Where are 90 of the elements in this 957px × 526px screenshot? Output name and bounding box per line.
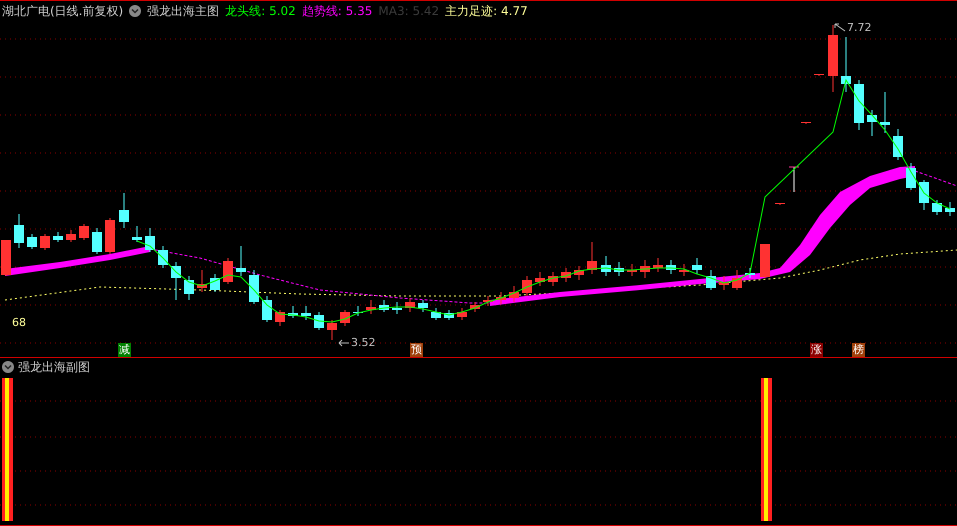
- falling-candle: [854, 80, 864, 130]
- falling-candle: [236, 246, 246, 276]
- rising-candle: [483, 296, 493, 306]
- falling-candle: [906, 162, 916, 190]
- rising-candle: [496, 292, 506, 304]
- falling-candle: [210, 274, 220, 292]
- rising-candle: [775, 202, 785, 206]
- high-price-label: 7.72: [847, 20, 872, 36]
- level-label: 68: [12, 315, 26, 331]
- rising-candle: [197, 270, 207, 292]
- falling-candle: [601, 256, 611, 276]
- falling-candle: [932, 200, 942, 216]
- rising-candle: [548, 272, 558, 286]
- falling-candle: [27, 234, 37, 250]
- rising-candle: [801, 122, 811, 124]
- rising-candle: [275, 310, 285, 326]
- rising-candle: [828, 24, 838, 92]
- falling-candle: [692, 258, 702, 274]
- rising-candle: [509, 286, 519, 302]
- rising-candle: [405, 298, 415, 312]
- arrow-icon: [834, 23, 846, 34]
- falling-candle: [14, 214, 24, 248]
- rising-candle: [719, 276, 729, 290]
- dropdown-icon[interactable]: [2, 360, 14, 372]
- rising-candle: [79, 224, 89, 240]
- falling-candle: [418, 300, 428, 312]
- rising-candle: [66, 230, 76, 242]
- falling-candle: [314, 312, 324, 330]
- falling-candle: [145, 228, 155, 252]
- rising-candle: [653, 258, 663, 272]
- rising-candle: [105, 218, 115, 254]
- falling-candle: [444, 310, 454, 320]
- rising-candle: [40, 234, 50, 250]
- rising-candle: [814, 74, 824, 76]
- rising-candle: [627, 264, 637, 276]
- arrow-icon: [338, 339, 350, 348]
- signal-badge: 涨: [810, 343, 823, 357]
- rising-candle: [587, 242, 597, 274]
- falling-candle: [132, 226, 142, 242]
- indicator-title: 强龙出海主图: [147, 2, 220, 20]
- falling-candle: [666, 260, 676, 274]
- signal-badge: 预: [410, 343, 423, 357]
- falling-candle: [184, 276, 194, 300]
- legend-item: 趋势线: 5.35: [302, 2, 372, 20]
- rising-candle: [760, 244, 770, 278]
- falling-candle: [919, 180, 929, 210]
- low-price-label: 3.52: [351, 335, 376, 351]
- rising-candle: [561, 268, 571, 282]
- legend-item: 主力足迹: 4.77: [445, 2, 528, 20]
- falling-candle: [945, 202, 955, 216]
- legend-item: 龙头线: 5.02: [225, 2, 296, 20]
- rising-candle: [470, 302, 480, 312]
- falling-candle: [431, 308, 441, 320]
- rising-candle: [327, 320, 337, 340]
- rising-candle: [732, 270, 742, 290]
- falling-candle: [614, 262, 624, 276]
- rising-candle: [457, 308, 467, 320]
- falling-candle: [880, 92, 890, 134]
- rising-candle: [522, 276, 532, 296]
- falling-candle: [867, 110, 877, 136]
- falling-candle: [893, 128, 903, 160]
- rising-candle: [366, 300, 376, 314]
- falling-candle: [53, 232, 63, 242]
- falling-candle: [92, 228, 102, 254]
- rising-candle: [640, 260, 650, 278]
- signal-badge: 减: [118, 343, 131, 357]
- falling-candle: [392, 302, 402, 314]
- rising-candle: [574, 266, 584, 280]
- falling-candle: [706, 270, 716, 290]
- falling-candle: [262, 296, 272, 322]
- rising-candle: [223, 258, 233, 284]
- falling-candle: [288, 306, 298, 318]
- falling-candle: [249, 270, 259, 304]
- dropdown-icon[interactable]: [129, 4, 142, 16]
- falling-candle: [301, 306, 311, 320]
- falling-candle: [119, 192, 129, 228]
- rising-candle: [535, 272, 545, 286]
- signal-badge: 榜: [852, 343, 865, 357]
- falling-candle: [745, 268, 755, 278]
- falling-candle: [158, 246, 168, 268]
- falling-candle: [171, 262, 181, 300]
- rising-candle: [679, 264, 689, 276]
- falling-candle: [379, 300, 389, 312]
- rising-candle: [1, 240, 11, 276]
- falling-candle: [841, 36, 851, 92]
- falling-candle: [353, 306, 363, 316]
- rising-candle: [340, 310, 350, 326]
- sub-chart-title: 强龙出海副图: [18, 358, 90, 376]
- legend-item: MA3: 5.42: [378, 2, 440, 20]
- stock-title: 湖北广电(日线.前复权): [2, 2, 124, 20]
